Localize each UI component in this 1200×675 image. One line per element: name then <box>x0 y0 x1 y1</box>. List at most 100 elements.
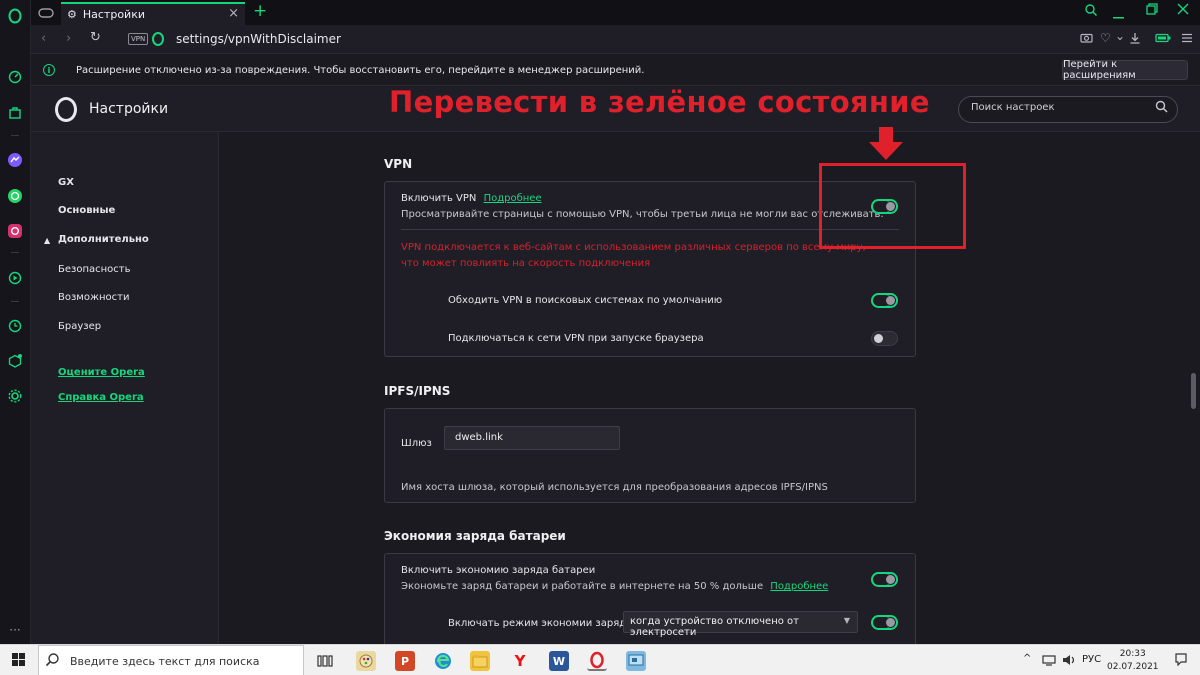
vpn-badge[interactable]: VPN <box>128 33 149 45</box>
search-tabs-icon[interactable] <box>1084 3 1098 21</box>
windows-start-icon[interactable] <box>12 653 26 667</box>
sidebar-separator <box>11 135 19 136</box>
annotation-arrow-icon <box>869 127 903 160</box>
whatsapp-icon[interactable] <box>5 186 25 206</box>
tab-title: Настройки <box>82 8 145 21</box>
opera-gx-logo-icon[interactable] <box>5 6 25 26</box>
url-field[interactable]: settings/vpnWithDisclaimer <box>176 32 341 46</box>
vpn-autostart-label: Подключаться к сети VPN при запуске брау… <box>448 333 704 344</box>
nav-item-features[interactable]: Возможности <box>58 292 129 303</box>
vpn-more-link[interactable]: Подробнее <box>484 193 542 204</box>
minimize-icon[interactable] <box>1113 9 1125 24</box>
tab-settings[interactable]: ⚙ Настройки × <box>61 2 245 25</box>
player-icon[interactable] <box>5 268 25 288</box>
battery-enable-toggle[interactable] <box>871 572 898 587</box>
search-icon <box>45 652 60 671</box>
clock-date: 02.07.2021 <box>1107 662 1159 672</box>
close-tab-icon[interactable]: × <box>228 6 239 21</box>
forward-icon[interactable]: › <box>66 31 71 46</box>
network-icon[interactable] <box>1042 654 1056 669</box>
tray-chevron-up-icon[interactable]: ^ <box>1023 653 1031 664</box>
close-window-icon[interactable] <box>1177 3 1189 19</box>
sidebar-separator <box>11 301 19 302</box>
chevron-down-icon[interactable]: ⌄ <box>1115 29 1125 43</box>
camera-icon[interactable] <box>1080 32 1093 46</box>
vpn-bypass-toggle[interactable] <box>871 293 898 308</box>
vpn-enable-label: Включить VPN <box>401 193 477 204</box>
battery-enable-row: Экономьте заряд батареи и работайте в ин… <box>401 581 828 592</box>
tab-bar: ⚙ Настройки × + <box>31 0 1200 25</box>
battery-card: Включить экономию заряда батареи Экономь… <box>384 553 916 644</box>
settings-search-input[interactable] <box>971 102 1151 113</box>
ipfs-section-title: IPFS/IPNS <box>384 384 451 398</box>
restore-icon[interactable] <box>1146 3 1158 19</box>
go-to-extensions-button[interactable]: Перейти к расширениям <box>1062 59 1188 81</box>
messenger-icon[interactable] <box>5 150 25 170</box>
heart-icon[interactable]: ♡ <box>1100 31 1111 45</box>
vpn-warning: VPN подключается к веб-сайтам с использо… <box>401 242 866 269</box>
info-message: Расширение отключено из-за повреждения. … <box>76 65 645 76</box>
gateway-label: Шлюз <box>401 438 432 449</box>
gateway-desc: Имя хоста шлюза, который используется дл… <box>401 482 828 493</box>
opera-taskbar-icon[interactable] <box>587 651 607 671</box>
back-icon[interactable]: ‹ <box>41 31 46 46</box>
dropdown-arrow-icon: ▼ <box>843 616 850 625</box>
ipfs-card: Шлюз dweb.link Имя хоста шлюза, который … <box>384 408 916 503</box>
file-explorer-icon[interactable] <box>470 651 490 671</box>
info-icon: i <box>43 64 55 76</box>
instagram-icon[interactable] <box>5 221 25 241</box>
opera-page-icon <box>152 32 164 46</box>
settings-content: VPN Включить VPN Подробнее Просматривайт… <box>220 132 1188 644</box>
browser-sidebar: ··· <box>0 0 31 644</box>
taskbar: Введите здесь текст для поиска P Y W ^ Р… <box>0 644 1200 675</box>
scrollbar-thumb[interactable] <box>1191 373 1196 409</box>
nav-item-browser[interactable]: Браузер <box>58 321 101 332</box>
more-options-icon[interactable]: ··· <box>5 620 25 640</box>
vpn-autostart-toggle[interactable] <box>871 331 898 346</box>
annotation-text: Перевести в зелёное состояние <box>389 85 930 119</box>
shopping-bag-icon[interactable] <box>5 102 25 122</box>
edge-icon[interactable] <box>433 651 453 671</box>
battery-saver-icon[interactable] <box>1155 32 1171 46</box>
volume-icon[interactable] <box>1062 654 1076 669</box>
battery-mode-toggle[interactable] <box>871 615 898 630</box>
caret-up-icon: ▲ <box>44 236 51 245</box>
gx-control-icon[interactable] <box>5 67 25 87</box>
yandex-browser-icon[interactable]: Y <box>510 651 530 671</box>
gateway-input[interactable]: dweb.link <box>444 426 620 450</box>
control-panel-icon[interactable] <box>626 651 646 671</box>
input-language[interactable]: РУС <box>1082 654 1101 665</box>
menu-icon[interactable] <box>1181 32 1193 46</box>
notifications-icon[interactable] <box>1174 652 1188 669</box>
settings-gear-icon[interactable] <box>5 386 25 406</box>
download-icon[interactable] <box>1129 32 1141 47</box>
task-view-icon[interactable] <box>315 651 335 671</box>
taskbar-clock[interactable]: 20:33 02.07.2021 <box>1107 648 1159 674</box>
extension-info-bar: i Расширение отключено из-за повреждения… <box>31 55 1200 86</box>
battery-more-link[interactable]: Подробнее <box>770 581 828 592</box>
rate-opera-link[interactable]: Оцените Opera <box>58 367 145 378</box>
nav-item-gx[interactable]: GX <box>58 177 74 188</box>
settings-search[interactable] <box>958 96 1178 123</box>
vpn-enable-desc: Просматривайте страницы с помощью VPN, ч… <box>401 209 884 220</box>
opera-help-link[interactable]: Справка Opera <box>58 392 144 403</box>
nav-item-basic[interactable]: Основные <box>58 205 115 216</box>
opera-logo-icon <box>55 97 77 122</box>
gamepad-icon[interactable] <box>35 3 57 22</box>
vpn-bypass-label: Обходить VPN в поисковых системах по умо… <box>448 295 723 306</box>
extensions-cube-icon[interactable] <box>5 351 25 371</box>
settings-header: Настройки Перевести в зелёное состояние <box>31 85 1200 132</box>
nav-item-advanced[interactable]: Дополнительно <box>58 234 149 245</box>
taskbar-search[interactable]: Введите здесь текст для поиска <box>38 645 304 675</box>
nav-item-security[interactable]: Безопасность <box>58 264 131 275</box>
paint-app-icon[interactable] <box>356 651 376 671</box>
history-icon[interactable] <box>5 316 25 336</box>
battery-enable-label: Включить экономию заряда батареи <box>401 565 596 576</box>
reload-icon[interactable]: ↻ <box>90 30 101 45</box>
sidebar-separator <box>11 252 19 253</box>
powerpoint-icon[interactable]: P <box>395 651 415 671</box>
battery-mode-select[interactable]: когда устройство отключено от электросет… <box>623 611 858 638</box>
gear-icon: ⚙ <box>67 8 77 21</box>
word-icon[interactable]: W <box>549 651 569 671</box>
new-tab-button[interactable]: + <box>253 1 267 21</box>
